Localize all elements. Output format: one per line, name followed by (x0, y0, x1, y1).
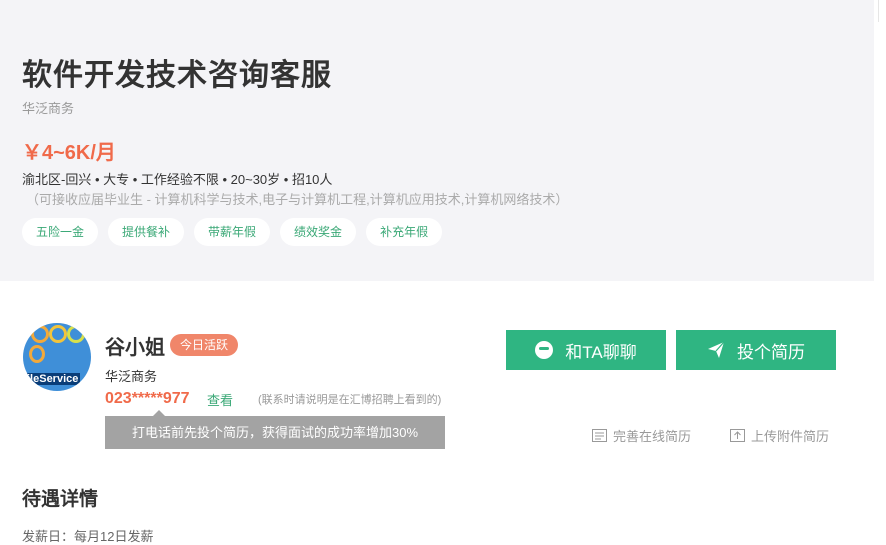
complete-resume-label: 完善在线简历 (613, 429, 692, 444)
logo-ring-icon (49, 325, 67, 343)
page-edge-marker (878, 0, 886, 22)
contact-name: 谷小姐 (105, 337, 165, 359)
logo-ring-icon (31, 325, 49, 343)
benefit-tag: 五险一金 (22, 218, 99, 246)
benefit-tag: 补充年假 (366, 218, 443, 246)
salary: ￥4~6K/月 (22, 142, 116, 164)
job-meta: 渝北区-回兴 • 大专 • 工作经验不限 • 20~30岁 • 招10人 (22, 172, 333, 187)
upload-resume-label: 上传附件简历 (751, 429, 830, 444)
job-header: 软件开发技术咨询客服 华泛商务 ￥4~6K/月 渝北区-回兴 • 大专 • 工作… (0, 0, 874, 281)
job-title: 软件开发技术咨询客服 (22, 59, 332, 92)
avatar: ileService (23, 323, 91, 391)
contact-phone: 023*****977 (105, 390, 190, 407)
company-name[interactable]: 华泛商务 (22, 98, 74, 117)
upload-resume-link[interactable]: 上传附件简历 (730, 426, 829, 445)
apply-tooltip: 打电话前先投个简历，获得面试的成功率增加30% (105, 410, 445, 449)
chat-bubble-icon (535, 341, 554, 359)
active-badge: 今日活跃 (170, 334, 239, 356)
chat-button[interactable]: 和TA聊聊 (506, 330, 666, 370)
upload-icon (730, 429, 745, 442)
logo-ring-icon (29, 345, 45, 363)
apply-button[interactable]: 投个简历 (676, 330, 836, 370)
view-phone-link[interactable]: 查看 (207, 390, 233, 409)
send-icon (708, 341, 725, 358)
contact-company: 华泛商务 (105, 369, 158, 384)
job-majors: （可接收应届毕业生 - 计算机科学与技术,电子与计算机工程,计算机应用技术,计算… (26, 192, 569, 207)
logo-ring-icon (67, 325, 85, 343)
phone-note: (联系时请说明是在汇博招聘上看到的) (258, 394, 442, 406)
avatar-text: ileService (25, 373, 81, 385)
benefit-tag: 绩效奖金 (280, 218, 357, 246)
benefit-tag: 提供餐补 (108, 218, 185, 246)
complete-resume-link[interactable]: 完善在线简历 (592, 426, 691, 445)
resume-icon (592, 429, 607, 442)
benefits-title: 待遇详情 (22, 489, 99, 510)
benefit-tag: 带薪年假 (194, 218, 271, 246)
chat-button-label: 和TA聊聊 (565, 342, 637, 362)
payday-text: 发薪日：每月12日发薪 (22, 529, 154, 544)
benefit-tags: 五险一金 提供餐补 带薪年假 绩效奖金 补充年假 (22, 218, 443, 246)
apply-button-label: 投个简历 (737, 342, 805, 362)
